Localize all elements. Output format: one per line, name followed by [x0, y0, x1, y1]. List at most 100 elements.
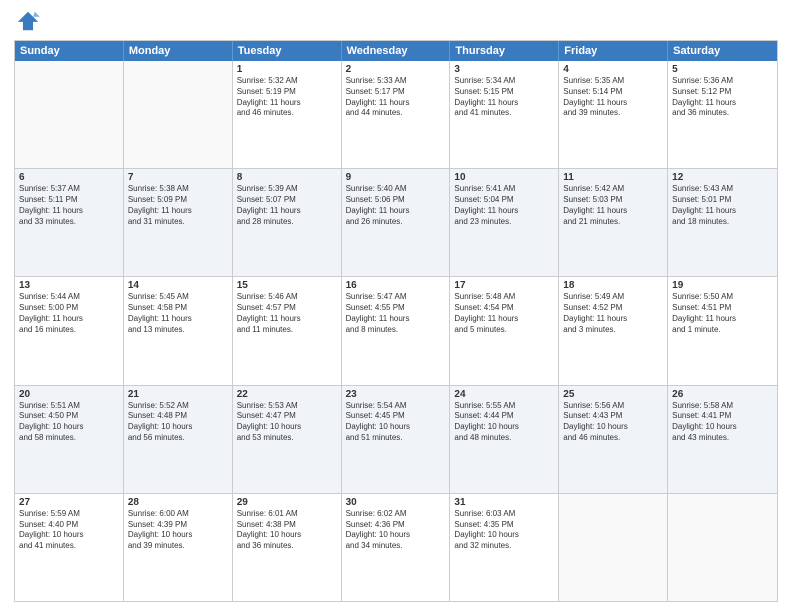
cell-text: Daylight: 11 hours — [237, 314, 337, 325]
cell-text: and 23 minutes. — [454, 217, 554, 228]
cell-text: Daylight: 11 hours — [454, 206, 554, 217]
calendar-cell — [559, 494, 668, 601]
logo-icon — [14, 10, 42, 32]
cell-text: Sunrise: 5:36 AM — [672, 76, 773, 87]
calendar-cell: 26Sunrise: 5:58 AMSunset: 4:41 PMDayligh… — [668, 386, 777, 493]
cell-text: and 53 minutes. — [237, 433, 337, 444]
cell-text: Daylight: 11 hours — [128, 206, 228, 217]
calendar-cell: 16Sunrise: 5:47 AMSunset: 4:55 PMDayligh… — [342, 277, 451, 384]
cell-text: Sunrise: 5:45 AM — [128, 292, 228, 303]
day-number: 22 — [237, 389, 337, 400]
cell-text: Sunrise: 5:43 AM — [672, 184, 773, 195]
cell-text: Sunrise: 5:39 AM — [237, 184, 337, 195]
cell-text: Daylight: 11 hours — [128, 314, 228, 325]
cell-text: Sunrise: 5:32 AM — [237, 76, 337, 87]
cell-text: Sunrise: 5:40 AM — [346, 184, 446, 195]
cell-text: Sunset: 5:17 PM — [346, 87, 446, 98]
cell-text: Sunset: 5:11 PM — [19, 195, 119, 206]
calendar-cell: 18Sunrise: 5:49 AMSunset: 4:52 PMDayligh… — [559, 277, 668, 384]
cell-text: Daylight: 11 hours — [346, 314, 446, 325]
cell-text: and 36 minutes. — [237, 541, 337, 552]
cell-text: Sunrise: 5:56 AM — [563, 401, 663, 412]
cell-text: and 43 minutes. — [672, 433, 773, 444]
cell-text: Daylight: 10 hours — [454, 422, 554, 433]
cell-text: and 16 minutes. — [19, 325, 119, 336]
day-number: 28 — [128, 497, 228, 508]
cell-text: Sunset: 4:58 PM — [128, 303, 228, 314]
cell-text: Daylight: 11 hours — [346, 206, 446, 217]
cell-text: Sunrise: 5:52 AM — [128, 401, 228, 412]
day-number: 12 — [672, 172, 773, 183]
header-day-sunday: Sunday — [15, 41, 124, 61]
calendar-cell — [668, 494, 777, 601]
cell-text: Daylight: 11 hours — [563, 98, 663, 109]
calendar-cell: 10Sunrise: 5:41 AMSunset: 5:04 PMDayligh… — [450, 169, 559, 276]
cell-text: Sunset: 4:54 PM — [454, 303, 554, 314]
cell-text: Sunset: 4:55 PM — [346, 303, 446, 314]
day-number: 18 — [563, 280, 663, 291]
day-number: 15 — [237, 280, 337, 291]
cell-text: and 32 minutes. — [454, 541, 554, 552]
cell-text: Sunset: 4:36 PM — [346, 520, 446, 531]
cell-text: and 46 minutes. — [237, 108, 337, 119]
cell-text: Sunset: 4:44 PM — [454, 411, 554, 422]
calendar-cell: 27Sunrise: 5:59 AMSunset: 4:40 PMDayligh… — [15, 494, 124, 601]
day-number: 16 — [346, 280, 446, 291]
cell-text: Sunrise: 6:01 AM — [237, 509, 337, 520]
page: SundayMondayTuesdayWednesdayThursdayFrid… — [0, 0, 792, 612]
calendar-cell: 15Sunrise: 5:46 AMSunset: 4:57 PMDayligh… — [233, 277, 342, 384]
calendar-cell: 22Sunrise: 5:53 AMSunset: 4:47 PMDayligh… — [233, 386, 342, 493]
calendar-week-5: 27Sunrise: 5:59 AMSunset: 4:40 PMDayligh… — [15, 493, 777, 601]
day-number: 5 — [672, 64, 773, 75]
cell-text: Daylight: 10 hours — [237, 530, 337, 541]
cell-text: Sunrise: 6:03 AM — [454, 509, 554, 520]
cell-text: Daylight: 11 hours — [19, 206, 119, 217]
day-number: 10 — [454, 172, 554, 183]
calendar-cell: 8Sunrise: 5:39 AMSunset: 5:07 PMDaylight… — [233, 169, 342, 276]
cell-text: and 51 minutes. — [346, 433, 446, 444]
cell-text: Sunset: 5:04 PM — [454, 195, 554, 206]
cell-text: Sunrise: 5:54 AM — [346, 401, 446, 412]
calendar-body: 1Sunrise: 5:32 AMSunset: 5:19 PMDaylight… — [15, 61, 777, 601]
cell-text: Daylight: 11 hours — [563, 314, 663, 325]
header-day-saturday: Saturday — [668, 41, 777, 61]
cell-text: and 26 minutes. — [346, 217, 446, 228]
cell-text: Sunrise: 5:35 AM — [563, 76, 663, 87]
logo — [14, 10, 46, 32]
cell-text: Sunset: 4:51 PM — [672, 303, 773, 314]
calendar-cell: 14Sunrise: 5:45 AMSunset: 4:58 PMDayligh… — [124, 277, 233, 384]
cell-text: Sunrise: 5:50 AM — [672, 292, 773, 303]
cell-text: and 58 minutes. — [19, 433, 119, 444]
day-number: 1 — [237, 64, 337, 75]
day-number: 14 — [128, 280, 228, 291]
cell-text: Daylight: 10 hours — [128, 422, 228, 433]
calendar-cell: 5Sunrise: 5:36 AMSunset: 5:12 PMDaylight… — [668, 61, 777, 168]
calendar-week-2: 6Sunrise: 5:37 AMSunset: 5:11 PMDaylight… — [15, 168, 777, 276]
cell-text: Daylight: 10 hours — [346, 530, 446, 541]
cell-text: Sunset: 4:52 PM — [563, 303, 663, 314]
cell-text: Sunset: 4:45 PM — [346, 411, 446, 422]
calendar-cell: 13Sunrise: 5:44 AMSunset: 5:00 PMDayligh… — [15, 277, 124, 384]
cell-text: Sunset: 4:35 PM — [454, 520, 554, 531]
cell-text: Daylight: 10 hours — [672, 422, 773, 433]
cell-text: and 5 minutes. — [454, 325, 554, 336]
cell-text: Sunset: 4:40 PM — [19, 520, 119, 531]
calendar-week-1: 1Sunrise: 5:32 AMSunset: 5:19 PMDaylight… — [15, 61, 777, 168]
cell-text: and 13 minutes. — [128, 325, 228, 336]
cell-text: and 56 minutes. — [128, 433, 228, 444]
cell-text: and 11 minutes. — [237, 325, 337, 336]
calendar-cell: 19Sunrise: 5:50 AMSunset: 4:51 PMDayligh… — [668, 277, 777, 384]
calendar-cell: 24Sunrise: 5:55 AMSunset: 4:44 PMDayligh… — [450, 386, 559, 493]
cell-text: Sunrise: 5:44 AM — [19, 292, 119, 303]
day-number: 25 — [563, 389, 663, 400]
calendar-cell: 23Sunrise: 5:54 AMSunset: 4:45 PMDayligh… — [342, 386, 451, 493]
day-number: 11 — [563, 172, 663, 183]
cell-text: and 3 minutes. — [563, 325, 663, 336]
calendar-header: SundayMondayTuesdayWednesdayThursdayFrid… — [15, 41, 777, 61]
cell-text: and 28 minutes. — [237, 217, 337, 228]
calendar-cell: 6Sunrise: 5:37 AMSunset: 5:11 PMDaylight… — [15, 169, 124, 276]
cell-text: Sunrise: 5:46 AM — [237, 292, 337, 303]
calendar-cell — [15, 61, 124, 168]
cell-text: Sunset: 5:12 PM — [672, 87, 773, 98]
cell-text: Daylight: 11 hours — [237, 98, 337, 109]
